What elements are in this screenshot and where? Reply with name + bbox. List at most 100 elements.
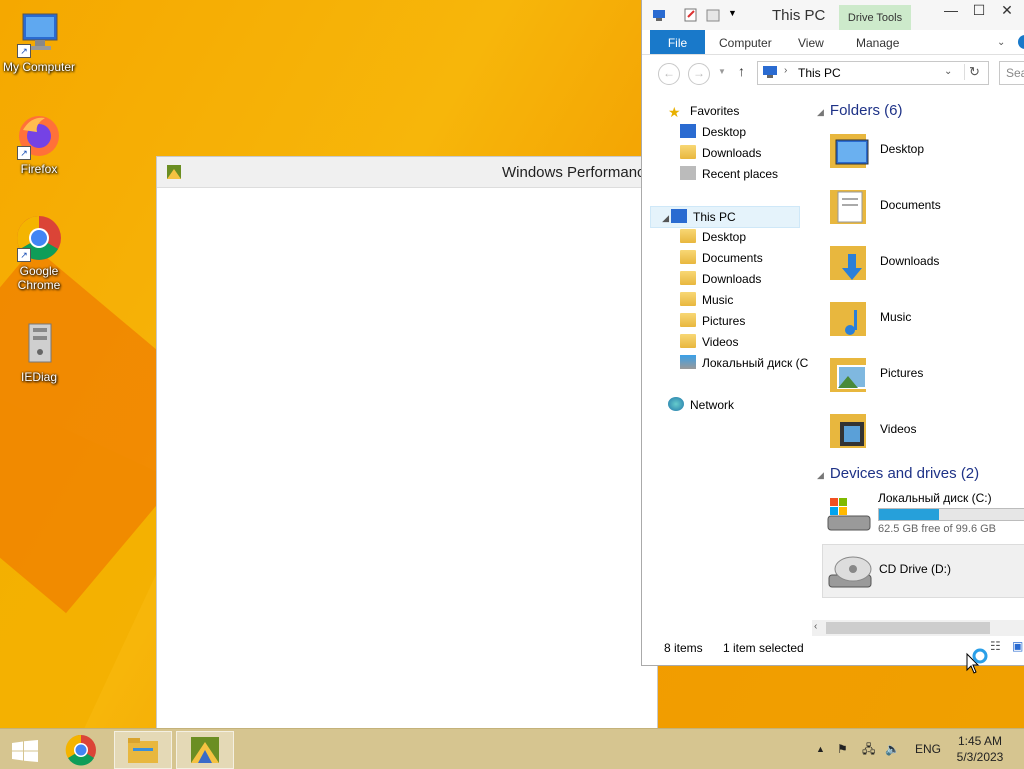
desktop-icon-my-computer[interactable]: ↗ My Computer: [0, 10, 78, 74]
up-button[interactable]: ↑: [738, 63, 745, 79]
address-dropdown-icon[interactable]: ⌄: [944, 66, 952, 77]
devices-group-header[interactable]: ◢ Devices and drives (2): [817, 465, 979, 482]
collapse-icon[interactable]: ◢: [817, 470, 824, 480]
drive-item-cd[interactable]: CD Drive (D:): [822, 544, 1024, 598]
scroll-left-icon[interactable]: ‹: [814, 621, 817, 632]
clock[interactable]: 1:45 AM 5/3/2023: [945, 733, 1015, 765]
computer-icon: [763, 66, 777, 78]
back-button[interactable]: ←: [658, 63, 680, 85]
performance-titlebar[interactable]: Windows Performance: [157, 157, 657, 188]
cd-drive-icon: [828, 556, 872, 588]
qat-dropdown-icon[interactable]: ▼: [728, 8, 742, 22]
tab-computer[interactable]: Computer: [719, 30, 772, 54]
breadcrumb-chevron-icon: ›: [784, 65, 788, 76]
nav-item-documents[interactable]: Documents: [680, 248, 763, 268]
collapse-icon[interactable]: ◢: [817, 107, 824, 117]
large-icons-view-icon[interactable]: ▣: [1012, 639, 1023, 653]
show-hidden-icons-button[interactable]: ▲: [816, 729, 825, 769]
folder-label: Music: [880, 310, 912, 324]
nav-item-local-disk[interactable]: Локальный диск (C: [680, 353, 808, 373]
drive-name: Локальный диск (C:): [878, 491, 992, 505]
volume-muted-icon[interactable]: 🔈: [885, 729, 900, 769]
nav-item-downloads[interactable]: Downloads: [680, 143, 761, 163]
hard-drive-icon: [827, 498, 871, 531]
drive-item-local-disk[interactable]: Локальный диск (C:) 62.5 GB free of 99.6…: [822, 488, 1024, 540]
ribbon-tabs: File Computer View Manage ⌄: [642, 30, 1024, 55]
videos-folder-icon: [830, 414, 866, 448]
drive-usage-bar: [878, 508, 1024, 521]
maximize-button[interactable]: ☐: [968, 2, 990, 22]
navigation-pane: ★ Favorites Desktop Downloads Recent plac…: [650, 96, 810, 616]
nav-label: Videos: [702, 335, 739, 349]
nav-this-pc[interactable]: ◢ This PC: [650, 206, 800, 228]
folder-item-pictures[interactable]: Pictures: [824, 350, 1024, 402]
taskbar-chrome[interactable]: [54, 731, 110, 767]
perfmon-icon: [167, 165, 181, 179]
perfmon-icon: [191, 737, 219, 763]
properties-icon[interactable]: [684, 8, 698, 22]
ribbon-expand-icon[interactable]: ⌄: [997, 30, 1005, 54]
search-input[interactable]: Sea: [999, 61, 1024, 85]
folder-item-downloads[interactable]: Downloads: [824, 238, 1024, 290]
language-indicator[interactable]: ENG: [915, 729, 941, 769]
action-center-flag-icon[interactable]: ⚑: [837, 729, 848, 769]
nav-item-videos[interactable]: Videos: [680, 332, 738, 352]
folder-item-desktop[interactable]: Desktop: [824, 126, 1024, 178]
address-row: ← → ▼ ↑ › This PC ⌄ ↻ Sea: [642, 55, 1024, 91]
taskbar-file-explorer[interactable]: [114, 731, 172, 769]
taskbar-performance-monitor[interactable]: [176, 731, 234, 769]
nav-item-pictures[interactable]: Pictures: [680, 311, 745, 331]
item-count: 8 items: [664, 641, 703, 655]
desktop-icon-firefox[interactable]: ↗ Firefox: [0, 112, 78, 176]
chrome-icon: [65, 734, 96, 766]
new-folder-icon[interactable]: [706, 8, 720, 22]
drive-icon: [680, 355, 696, 369]
minimize-button[interactable]: —: [940, 2, 962, 22]
desktop-icon-iediag[interactable]: IEDiag: [0, 320, 78, 384]
folder-item-music[interactable]: Music: [824, 294, 1024, 346]
start-button[interactable]: [0, 731, 50, 767]
expand-arrow-icon[interactable]: ◢: [651, 208, 669, 228]
tab-view[interactable]: View: [798, 30, 824, 54]
nav-favorites[interactable]: ★ Favorites: [668, 101, 739, 121]
address-text: This PC: [798, 66, 841, 80]
folders-group-header[interactable]: ◢ Folders (6): [817, 102, 902, 119]
refresh-icon[interactable]: ↻: [964, 64, 980, 80]
forward-button[interactable]: →: [688, 63, 710, 85]
music-folder-icon: [830, 302, 866, 336]
documents-folder-icon: [830, 190, 866, 224]
explorer-titlebar[interactable]: ▼ This PC Drive Tools — ☐ ✕: [642, 0, 1024, 31]
nav-label: This PC: [693, 210, 736, 224]
nav-label: Локальный диск (C: [702, 356, 809, 370]
folder-item-videos[interactable]: Videos: [824, 406, 1024, 458]
desktop-icon-label: Firefox: [20, 162, 58, 176]
nav-label: Favorites: [690, 104, 740, 118]
nav-label: Recent places: [702, 167, 779, 181]
busy-cursor-icon: [966, 648, 988, 674]
address-bar[interactable]: › This PC ⌄ ↻: [757, 61, 989, 85]
taskbar: ▲ ⚑ 🖧 🔈 ENG 1:45 AM 5/3/2023: [0, 728, 1024, 769]
tab-manage[interactable]: Manage: [856, 30, 899, 54]
recent-locations-icon[interactable]: ▼: [718, 67, 726, 76]
folder-item-documents[interactable]: Documents: [824, 182, 1024, 234]
nav-item-desktop[interactable]: Desktop: [680, 227, 746, 247]
clock-date: 5/3/2023: [956, 750, 1004, 764]
pictures-folder-icon: [830, 358, 867, 392]
explorer-window[interactable]: ▼ This PC Drive Tools — ☐ ✕ File Compute…: [641, 0, 1024, 666]
nav-network[interactable]: Network: [668, 395, 734, 415]
nav-item-recent-places[interactable]: Recent places: [680, 164, 778, 184]
search-placeholder: Sea: [1006, 66, 1024, 80]
close-button[interactable]: ✕: [996, 2, 1018, 22]
help-icon[interactable]: [1018, 35, 1024, 49]
tab-file[interactable]: File: [650, 30, 705, 54]
desktop-icon-chrome[interactable]: ↗ Google Chrome: [0, 214, 78, 292]
nav-item-music[interactable]: Music: [680, 290, 733, 310]
nav-item-downloads[interactable]: Downloads: [680, 269, 761, 289]
performance-window[interactable]: Windows Performance: [156, 156, 658, 730]
network-status-icon[interactable]: 🖧: [862, 729, 875, 769]
horizontal-scrollbar[interactable]: ‹: [812, 620, 1024, 636]
nav-item-desktop[interactable]: Desktop: [680, 122, 746, 142]
desktop-folder-icon: [680, 229, 696, 243]
folder-label: Documents: [880, 198, 941, 212]
scrollbar-thumb[interactable]: [826, 622, 990, 634]
